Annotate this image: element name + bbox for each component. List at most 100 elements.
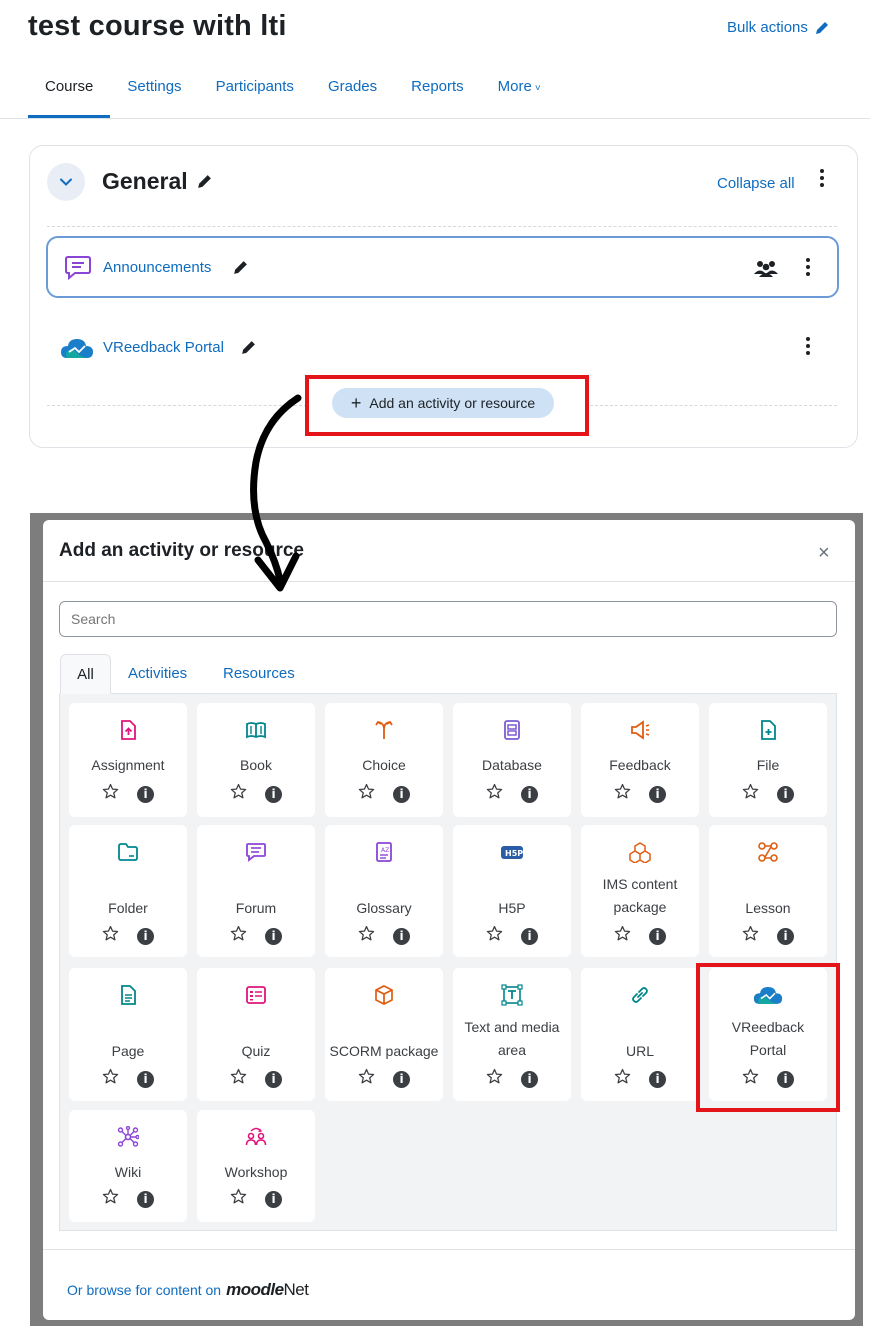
tab-course[interactable]: Course [28, 70, 111, 118]
tile-actions: i [581, 783, 699, 805]
activity-tile-glossary[interactable]: AZ Glossary i [325, 825, 443, 957]
activity-tile-label: Assignment [91, 757, 165, 773]
activity-tile-lesson[interactable]: Lesson i [709, 825, 827, 957]
svg-text:H5P: H5P [505, 849, 523, 858]
workshop-icon [197, 1126, 315, 1148]
star-icon[interactable] [102, 1068, 119, 1090]
activity-link-announcements[interactable]: Announcements [103, 259, 211, 276]
section-menu-icon[interactable] [813, 167, 831, 189]
file-icon [709, 719, 827, 741]
activity-tile-scorm-package[interactable]: SCORM package i [325, 968, 443, 1101]
info-icon[interactable]: i [777, 927, 794, 945]
activity-menu-icon[interactable] [799, 335, 817, 357]
star-icon[interactable] [742, 925, 759, 947]
info-icon[interactable]: i [393, 927, 410, 945]
bulk-actions-button[interactable]: Bulk actions [727, 19, 830, 36]
tile-actions: i [325, 1068, 443, 1090]
star-icon[interactable] [614, 925, 631, 947]
assignment-icon [69, 719, 187, 741]
tab-more[interactable]: More ˅ [481, 70, 558, 118]
info-icon[interactable]: i [265, 1190, 282, 1208]
star-icon[interactable] [358, 1068, 375, 1090]
activity-tile-url[interactable]: URL i [581, 968, 699, 1101]
activity-tile-feedback[interactable]: Feedback i [581, 703, 699, 817]
pencil-icon[interactable] [196, 173, 213, 190]
tile-actions: i [453, 925, 571, 947]
activity-tile-database[interactable]: Database i [453, 703, 571, 817]
star-icon[interactable] [358, 783, 375, 805]
activity-tile-label: SCORM package [329, 1043, 439, 1059]
group-mode-icon[interactable] [754, 259, 778, 277]
close-icon[interactable]: × [818, 542, 830, 565]
info-icon[interactable]: i [649, 785, 666, 803]
activity-link-vreedback-portal[interactable]: VReedback Portal [103, 339, 224, 356]
activity-tile-label: Page [111, 1043, 145, 1059]
activity-tile-assignment[interactable]: Assignment i [69, 703, 187, 817]
activity-tile-ims-content-package[interactable]: IMS content package i [581, 825, 699, 957]
star-icon[interactable] [486, 783, 503, 805]
activity-tile-book[interactable]: Book i [197, 703, 315, 817]
tab-participants[interactable]: Participants [199, 70, 311, 118]
activity-tile-file[interactable]: File i [709, 703, 827, 817]
activity-menu-icon[interactable] [799, 256, 817, 278]
star-icon[interactable] [486, 925, 503, 947]
star-icon[interactable] [230, 925, 247, 947]
tab-resources[interactable]: Resources [223, 665, 295, 682]
activity-tile-page[interactable]: Page i [69, 968, 187, 1101]
tab-activities[interactable]: Activities [128, 665, 187, 682]
info-icon[interactable]: i [265, 1070, 282, 1088]
tab-reports[interactable]: Reports [394, 70, 481, 118]
activity-tile-label: Book [240, 757, 272, 773]
tile-actions: i [197, 1188, 315, 1210]
activity-tile-label: File [756, 757, 780, 773]
tile-actions: i [453, 783, 571, 805]
tab-all[interactable]: All [60, 654, 111, 694]
star-icon[interactable] [102, 1188, 119, 1210]
info-icon[interactable]: i [265, 927, 282, 945]
star-icon[interactable] [102, 783, 119, 805]
info-icon[interactable]: i [777, 785, 794, 803]
collapse-all-link[interactable]: Collapse all [717, 175, 795, 192]
info-icon[interactable]: i [137, 785, 154, 803]
activity-tile-text-and-media-area[interactable]: Text and media area i [453, 968, 571, 1101]
star-icon[interactable] [230, 1068, 247, 1090]
star-icon[interactable] [230, 783, 247, 805]
info-icon[interactable]: i [649, 927, 666, 945]
star-icon[interactable] [614, 783, 631, 805]
activity-tile-label: Forum [235, 900, 277, 916]
activity-tile-forum[interactable]: Forum i [197, 825, 315, 957]
activity-tile-choice[interactable]: Choice i [325, 703, 443, 817]
section-collapse-button[interactable] [47, 163, 85, 201]
tile-actions: i [581, 1068, 699, 1090]
activity-tile-workshop[interactable]: Workshop i [197, 1110, 315, 1222]
tab-settings[interactable]: Settings [110, 70, 198, 118]
info-icon[interactable]: i [521, 1070, 538, 1088]
star-icon[interactable] [358, 925, 375, 947]
activity-tile-label: H5P [498, 900, 526, 916]
info-icon[interactable]: i [265, 785, 282, 803]
star-icon[interactable] [742, 783, 759, 805]
pencil-icon[interactable] [232, 259, 249, 276]
activity-tile-h5p[interactable]: H5P H5P i [453, 825, 571, 957]
pencil-icon[interactable] [240, 339, 257, 356]
activity-tile-folder[interactable]: Folder i [69, 825, 187, 957]
search-input[interactable] [59, 601, 837, 637]
star-icon[interactable] [614, 1068, 631, 1090]
star-icon[interactable] [102, 925, 119, 947]
info-icon[interactable]: i [521, 927, 538, 945]
star-icon[interactable] [486, 1068, 503, 1090]
url-icon [581, 984, 699, 1006]
activity-tile-quiz[interactable]: Quiz i [197, 968, 315, 1101]
info-icon[interactable]: i [649, 1070, 666, 1088]
activity-tile-wiki[interactable]: Wiki i [69, 1110, 187, 1222]
info-icon[interactable]: i [393, 1070, 410, 1088]
info-icon[interactable]: i [137, 1070, 154, 1088]
info-icon[interactable]: i [137, 1190, 154, 1208]
info-icon[interactable]: i [393, 785, 410, 803]
info-icon[interactable]: i [521, 785, 538, 803]
star-icon[interactable] [230, 1188, 247, 1210]
tab-grades[interactable]: Grades [311, 70, 394, 118]
info-icon[interactable]: i [137, 927, 154, 945]
moodlenet-link[interactable]: Or browse for content on moodleNet [67, 1280, 309, 1300]
choice-icon [325, 719, 443, 741]
